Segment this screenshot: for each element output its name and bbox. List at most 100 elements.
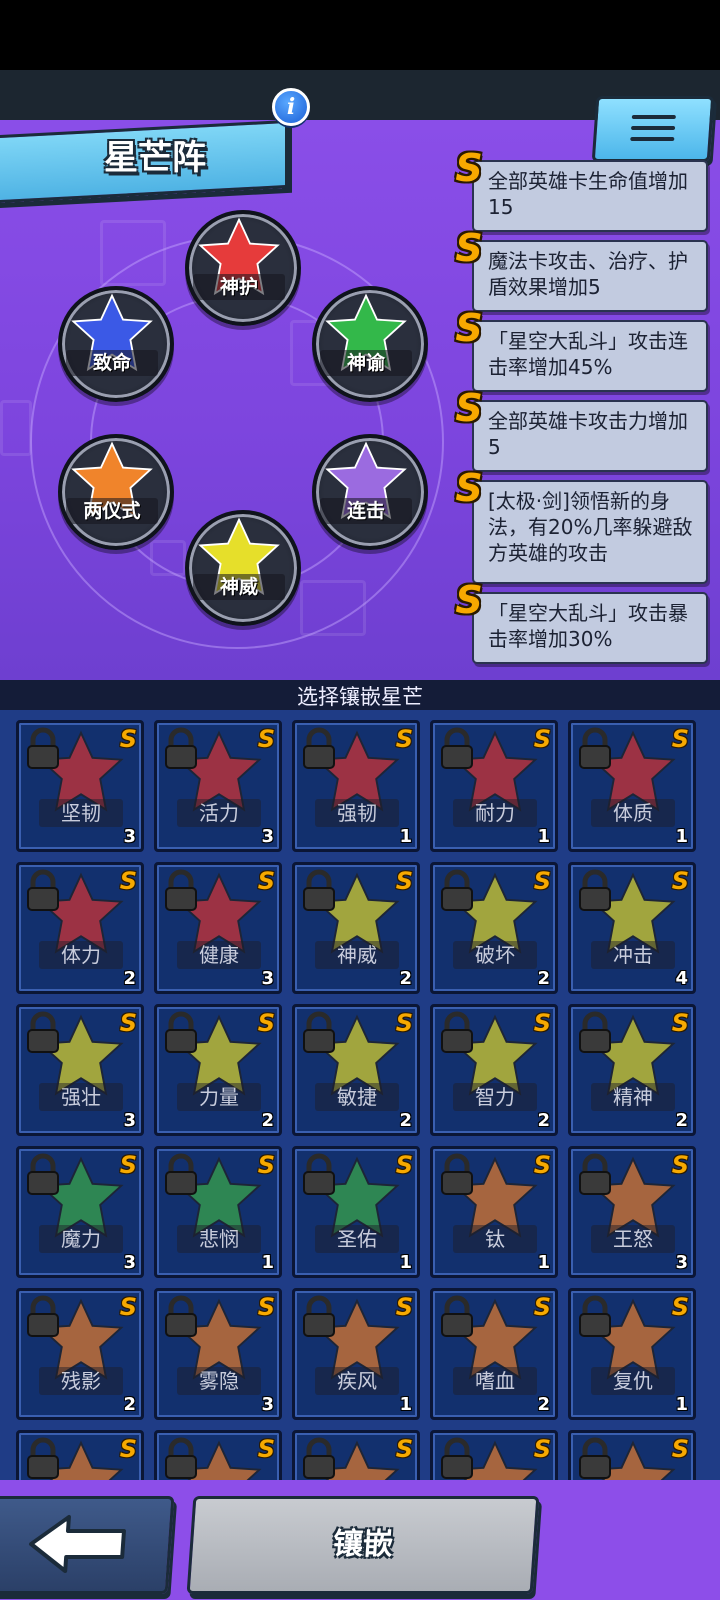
s-grade-badge: S xyxy=(455,306,483,350)
lock-icon xyxy=(441,1011,473,1053)
s-grade-badge: S xyxy=(395,1435,413,1463)
lock-icon xyxy=(303,1011,335,1053)
s-grade-badge: S xyxy=(533,1293,551,1321)
menu-button[interactable] xyxy=(591,96,715,162)
embed-button[interactable]: 镶嵌 xyxy=(186,1496,540,1594)
star-card[interactable]: S 精神 2 xyxy=(568,1004,696,1136)
s-grade-badge: S xyxy=(257,1151,275,1179)
lock-icon xyxy=(579,869,611,911)
s-grade-badge: S xyxy=(257,725,275,753)
star-card[interactable]: S 智力 2 xyxy=(430,1004,558,1136)
lock-icon xyxy=(441,1295,473,1337)
star-card[interactable]: S 力量 2 xyxy=(154,1004,282,1136)
s-grade-badge: S xyxy=(119,725,137,753)
bonus-item: 「星空大乱斗」攻击暴击率增加30% xyxy=(472,592,708,664)
formation-slot[interactable]: 神护 xyxy=(185,210,301,326)
star-card[interactable]: S 王怒 3 xyxy=(568,1146,696,1278)
s-grade-badge: S xyxy=(671,1293,689,1321)
formation-slot[interactable]: 连击 xyxy=(312,434,428,550)
bonus-item: 魔法卡攻击、治疗、护盾效果增加5 xyxy=(472,240,708,312)
card-count: 1 xyxy=(399,826,412,847)
card-count: 3 xyxy=(123,826,136,847)
star-card[interactable]: S 冲击 4 xyxy=(568,862,696,994)
lock-icon xyxy=(441,1153,473,1195)
formation-slot[interactable]: 神谕 xyxy=(312,286,428,402)
star-card[interactable]: S xyxy=(568,1430,696,1480)
card-count: 2 xyxy=(399,968,412,989)
star-card[interactable]: S 破坏 2 xyxy=(430,862,558,994)
star-card[interactable]: S 体质 1 xyxy=(568,720,696,852)
s-grade-badge: S xyxy=(257,1435,275,1463)
s-grade-badge: S xyxy=(257,867,275,895)
s-grade-badge: S xyxy=(533,1009,551,1037)
star-card[interactable]: S xyxy=(16,1430,144,1480)
back-button[interactable] xyxy=(0,1496,175,1594)
star-card[interactable]: S 活力 3 xyxy=(154,720,282,852)
s-grade-badge: S xyxy=(533,725,551,753)
star-card[interactable]: S xyxy=(154,1430,282,1480)
s-grade-badge: S xyxy=(671,1009,689,1037)
star-card[interactable]: S 强韧 1 xyxy=(292,720,420,852)
lock-icon xyxy=(303,1153,335,1195)
card-name: 复仇 xyxy=(591,1367,675,1395)
s-grade-badge: S xyxy=(455,386,483,430)
card-count: 3 xyxy=(123,1252,136,1273)
lock-icon xyxy=(441,869,473,911)
lock-icon xyxy=(27,1011,59,1053)
card-name: 活力 xyxy=(177,799,261,827)
star-card[interactable]: S 残影 2 xyxy=(16,1288,144,1420)
lock-icon xyxy=(165,869,197,911)
star-card[interactable]: S 耐力 1 xyxy=(430,720,558,852)
star-card[interactable]: S 疾风 1 xyxy=(292,1288,420,1420)
star-card[interactable]: S 钛1 xyxy=(430,1146,558,1278)
star-card[interactable]: S 敏捷 2 xyxy=(292,1004,420,1136)
card-name: 强韧 xyxy=(315,799,399,827)
s-grade-badge: S xyxy=(119,1293,137,1321)
star-card[interactable]: S 复仇 1 xyxy=(568,1288,696,1420)
s-grade-badge: S xyxy=(395,867,413,895)
info-icon[interactable]: i xyxy=(272,88,310,126)
s-grade-badge: S xyxy=(533,1435,551,1463)
formation-slot-label: 神威 xyxy=(193,574,285,600)
star-card[interactable]: S 健康 3 xyxy=(154,862,282,994)
star-card[interactable]: S 神威 2 xyxy=(292,862,420,994)
lock-icon xyxy=(165,727,197,769)
star-formation: 神护 致命 神谕 两仪式 连击 神威 xyxy=(0,190,460,670)
star-card[interactable]: S 悲悯 1 xyxy=(154,1146,282,1278)
formation-slot-label: 神护 xyxy=(193,274,285,300)
star-card[interactable]: S 圣佑 1 xyxy=(292,1146,420,1278)
card-count: 3 xyxy=(261,1394,274,1415)
star-card[interactable]: S 魔力 3 xyxy=(16,1146,144,1278)
s-grade-badge: S xyxy=(533,867,551,895)
star-card[interactable]: S xyxy=(292,1430,420,1480)
s-grade-badge: S xyxy=(395,1009,413,1037)
formation-slot-label: 致命 xyxy=(66,350,158,376)
lock-icon xyxy=(441,1437,473,1479)
formation-slot[interactable]: 致命 xyxy=(58,286,174,402)
star-card[interactable]: S 坚韧 3 xyxy=(16,720,144,852)
s-grade-badge: S xyxy=(671,1151,689,1179)
star-card[interactable]: S xyxy=(430,1430,558,1480)
hamburger-menu-icon xyxy=(631,115,676,119)
s-grade-badge: S xyxy=(119,867,137,895)
formation-slot[interactable]: 两仪式 xyxy=(58,434,174,550)
card-name: 敏捷 xyxy=(315,1083,399,1111)
arrow-left-icon xyxy=(29,1515,126,1573)
card-count: 2 xyxy=(675,1110,688,1131)
card-name: 冲击 xyxy=(591,941,675,969)
card-count: 2 xyxy=(537,968,550,989)
star-card[interactable]: S 雾隐 3 xyxy=(154,1288,282,1420)
s-grade-badge: S xyxy=(455,226,483,270)
star-card[interactable]: S 强壮 3 xyxy=(16,1004,144,1136)
star-card[interactable]: S 体力 2 xyxy=(16,862,144,994)
card-count: 1 xyxy=(537,826,550,847)
card-count: 3 xyxy=(123,1110,136,1131)
card-count: 2 xyxy=(261,1110,274,1131)
bonus-item: 「星空大乱斗」攻击连击率增加45% xyxy=(472,320,708,392)
card-name: 破坏 xyxy=(453,941,537,969)
lock-icon xyxy=(27,1153,59,1195)
card-count: 3 xyxy=(261,968,274,989)
formation-slot[interactable]: 神威 xyxy=(185,510,301,626)
card-name: 魔力 xyxy=(39,1225,123,1253)
star-card[interactable]: S 嗜血 2 xyxy=(430,1288,558,1420)
